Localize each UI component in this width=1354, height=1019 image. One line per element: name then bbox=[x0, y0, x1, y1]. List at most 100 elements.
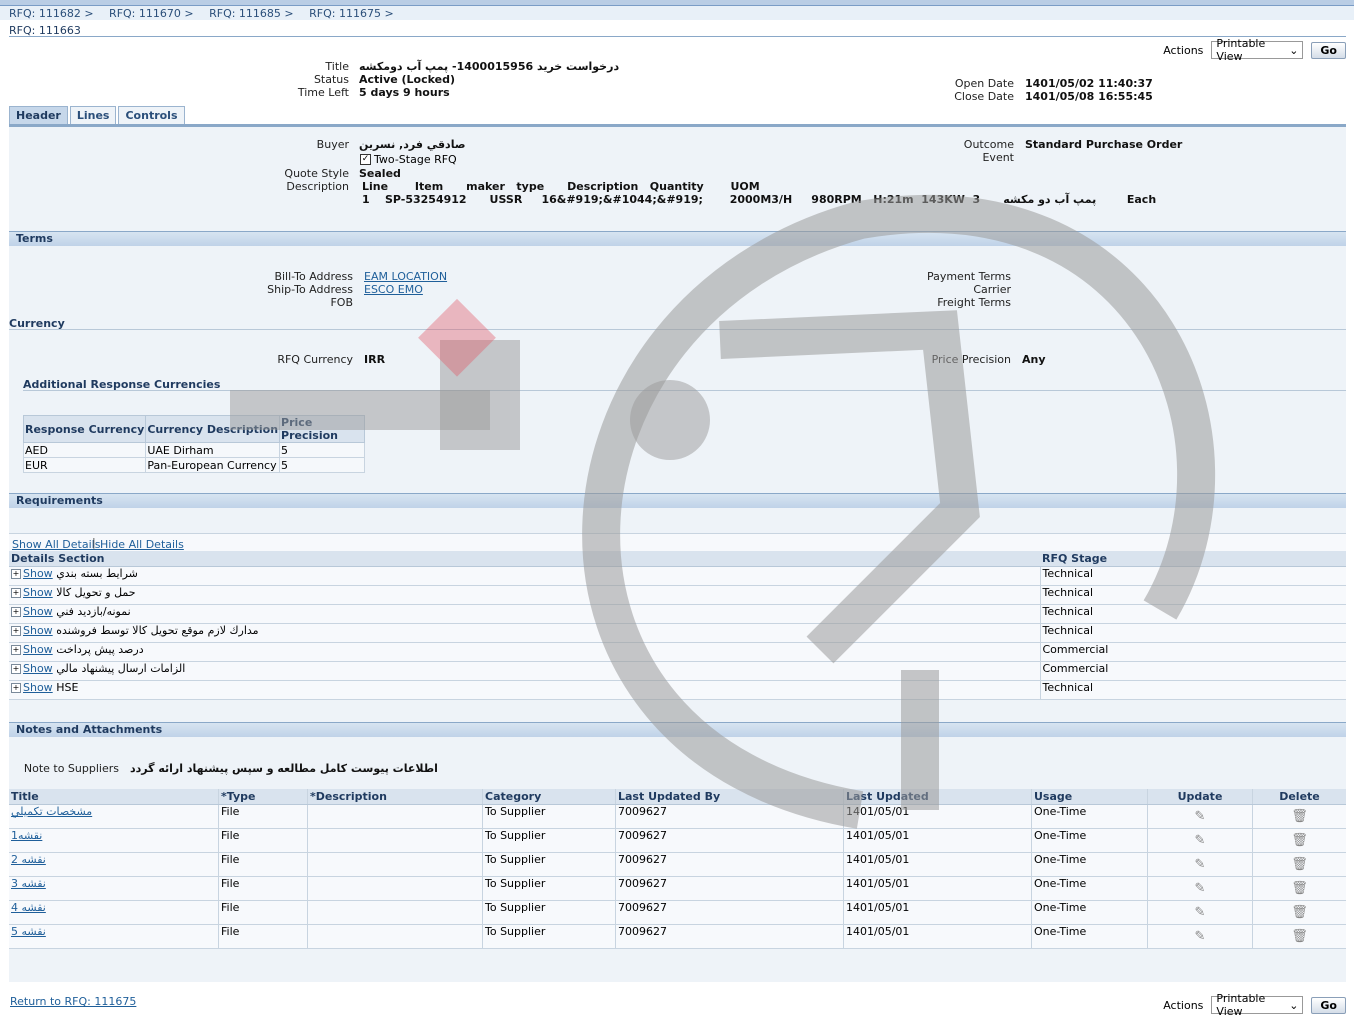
plus-icon[interactable]: + bbox=[11, 626, 21, 636]
pencil-icon[interactable]: ✎ bbox=[1195, 905, 1206, 920]
type-cell: File bbox=[218, 828, 308, 853]
trash-icon[interactable]: 🗑 bbox=[1291, 905, 1308, 920]
last-updated-cell: 1401/05/01 bbox=[843, 924, 1032, 949]
section-name: مدارك لازم موقع تحويل كالا توسط فروشنده bbox=[56, 624, 259, 637]
pencil-icon[interactable]: ✎ bbox=[1195, 881, 1206, 896]
status-value: Active (Locked) bbox=[359, 73, 456, 86]
pencil-icon[interactable]: ✎ bbox=[1195, 929, 1206, 944]
show-link[interactable]: Show bbox=[23, 567, 53, 580]
trash-icon[interactable]: 🗑 bbox=[1291, 857, 1308, 872]
stage-cell: Technical bbox=[1039, 566, 1346, 586]
cell: AED bbox=[22, 442, 147, 458]
table-row: + Show درصد پيش پرداخت Commercial bbox=[9, 642, 1346, 662]
pencil-icon[interactable]: ✎ bbox=[1195, 857, 1206, 872]
chevron-down-icon: ⌄ bbox=[1289, 43, 1299, 57]
category-cell: To Supplier bbox=[482, 876, 616, 901]
breadcrumb-link[interactable]: RFQ: 111670 bbox=[109, 7, 181, 20]
table-row: نقشه 5 File To Supplier 7009627 1401/05/… bbox=[9, 924, 1346, 949]
pencil-icon[interactable]: ✎ bbox=[1195, 809, 1206, 824]
section-name: حمل و تحويل كالا bbox=[56, 586, 136, 599]
ship-to-link[interactable]: ESCO EMO bbox=[364, 283, 423, 296]
last-updated-cell: 1401/05/01 bbox=[843, 804, 1032, 829]
breadcrumb-link[interactable]: RFQ: 111685 bbox=[209, 7, 281, 20]
description-cell bbox=[307, 876, 483, 901]
open-date-value: 1401/05/02 11:40:37 bbox=[1025, 77, 1153, 90]
attachment-title-link[interactable]: نقشه 3 bbox=[11, 877, 46, 890]
tab-lines[interactable]: Lines bbox=[69, 106, 117, 126]
close-date-value: 1401/05/08 16:55:45 bbox=[1025, 90, 1153, 103]
table-row: + Show شرايط بسته بندي Technical bbox=[9, 566, 1346, 586]
column-header: Details Section bbox=[9, 551, 1040, 567]
plus-icon[interactable]: + bbox=[11, 683, 21, 693]
plus-icon[interactable]: + bbox=[11, 569, 21, 579]
hide-all-details-link[interactable]: Hide All Details bbox=[100, 538, 184, 551]
column-header: Response Currency bbox=[22, 415, 147, 443]
type-cell: File bbox=[218, 900, 308, 925]
cell: 5 bbox=[279, 442, 366, 458]
cell: EUR bbox=[22, 457, 147, 473]
last-updated-by-cell: 7009627 bbox=[615, 828, 844, 853]
last-updated-cell: 1401/05/01 bbox=[843, 828, 1032, 853]
usage-cell: One-Time bbox=[1031, 924, 1148, 949]
bill-to-label: Bill-To Address bbox=[274, 270, 353, 283]
two-stage-checkbox[interactable]: ✓ bbox=[360, 154, 371, 165]
show-link[interactable]: Show bbox=[23, 681, 53, 694]
last-updated-by-cell: 7009627 bbox=[615, 852, 844, 877]
time-left-label: Time Left bbox=[297, 86, 349, 99]
show-link[interactable]: Show bbox=[23, 643, 53, 656]
rfq-currency-label: RFQ Currency bbox=[277, 353, 353, 366]
tab-header[interactable]: Header bbox=[9, 106, 68, 126]
attachment-title-link[interactable]: نقشه 4 bbox=[11, 901, 46, 914]
last-updated-by-cell: 7009627 bbox=[615, 876, 844, 901]
trash-icon[interactable]: 🗑 bbox=[1291, 929, 1308, 944]
description-cell bbox=[307, 852, 483, 877]
status-label: Status bbox=[313, 73, 349, 86]
trash-icon[interactable]: 🗑 bbox=[1291, 809, 1308, 824]
table-row: نقشه1 File To Supplier 7009627 1401/05/0… bbox=[9, 828, 1346, 853]
breadcrumb-link[interactable]: RFQ: 111682 bbox=[9, 7, 81, 20]
plus-icon[interactable]: + bbox=[11, 588, 21, 598]
usage-cell: One-Time bbox=[1031, 852, 1148, 877]
category-cell: To Supplier bbox=[482, 828, 616, 853]
actions-label: Actions bbox=[1163, 998, 1204, 1012]
fob-label: FOB bbox=[330, 296, 353, 309]
stage-cell: Commercial bbox=[1039, 661, 1346, 681]
actions-select[interactable]: Printable View ⌄ bbox=[1211, 37, 1304, 63]
actions-select[interactable]: Printable View ⌄ bbox=[1211, 992, 1304, 1018]
show-all-details-link[interactable]: Show All Details bbox=[12, 538, 100, 551]
trash-icon[interactable]: 🗑 bbox=[1291, 833, 1308, 848]
attachment-title-link[interactable]: نقشه1 bbox=[11, 829, 42, 842]
show-link[interactable]: Show bbox=[23, 624, 53, 637]
go-button[interactable]: Go bbox=[1311, 996, 1346, 1014]
attachment-title-link[interactable]: نقشه 2 bbox=[11, 853, 46, 866]
pencil-icon[interactable]: ✎ bbox=[1195, 833, 1206, 848]
rfq-currency-value: IRR bbox=[364, 353, 386, 366]
show-link[interactable]: Show bbox=[23, 662, 53, 675]
return-link[interactable]: Return to RFQ: 111675 bbox=[10, 995, 136, 1008]
quote-style-label: Quote Style bbox=[284, 167, 349, 180]
show-link[interactable]: Show bbox=[23, 586, 53, 599]
tab-controls[interactable]: Controls bbox=[118, 106, 185, 126]
outcome-label: Outcome bbox=[963, 138, 1014, 151]
actions-selected-value: Printable View bbox=[1216, 992, 1266, 1018]
two-stage-checkbox-row: ✓ Two-Stage RFQ bbox=[360, 153, 457, 166]
go-button[interactable]: Go bbox=[1311, 41, 1346, 59]
terms-section-header: Terms bbox=[9, 231, 1346, 246]
column-header: *Type bbox=[218, 789, 308, 805]
breadcrumb-link[interactable]: RFQ: 111675 bbox=[309, 7, 381, 20]
show-link[interactable]: Show bbox=[23, 605, 53, 618]
column-header: Price Precision bbox=[279, 415, 366, 443]
plus-icon[interactable]: + bbox=[11, 664, 21, 674]
bill-to-link[interactable]: EAM LOCATION bbox=[364, 270, 447, 283]
stage-cell: Technical bbox=[1039, 623, 1346, 643]
section-name: الزامات ارسال پيشنهاد مالي bbox=[56, 662, 186, 675]
plus-icon[interactable]: + bbox=[11, 645, 21, 655]
type-cell: File bbox=[218, 804, 308, 829]
attachment-title-link[interactable]: مشخصات تكميلي bbox=[11, 805, 92, 818]
description-line2: 1 SP-53254912 USSR 16&#919;&#1044;&#919;… bbox=[362, 193, 1157, 206]
type-cell: File bbox=[218, 924, 308, 949]
trash-icon[interactable]: 🗑 bbox=[1291, 881, 1308, 896]
plus-icon[interactable]: + bbox=[11, 607, 21, 617]
attachment-title-link[interactable]: نقشه 5 bbox=[11, 925, 46, 938]
usage-cell: One-Time bbox=[1031, 804, 1148, 829]
